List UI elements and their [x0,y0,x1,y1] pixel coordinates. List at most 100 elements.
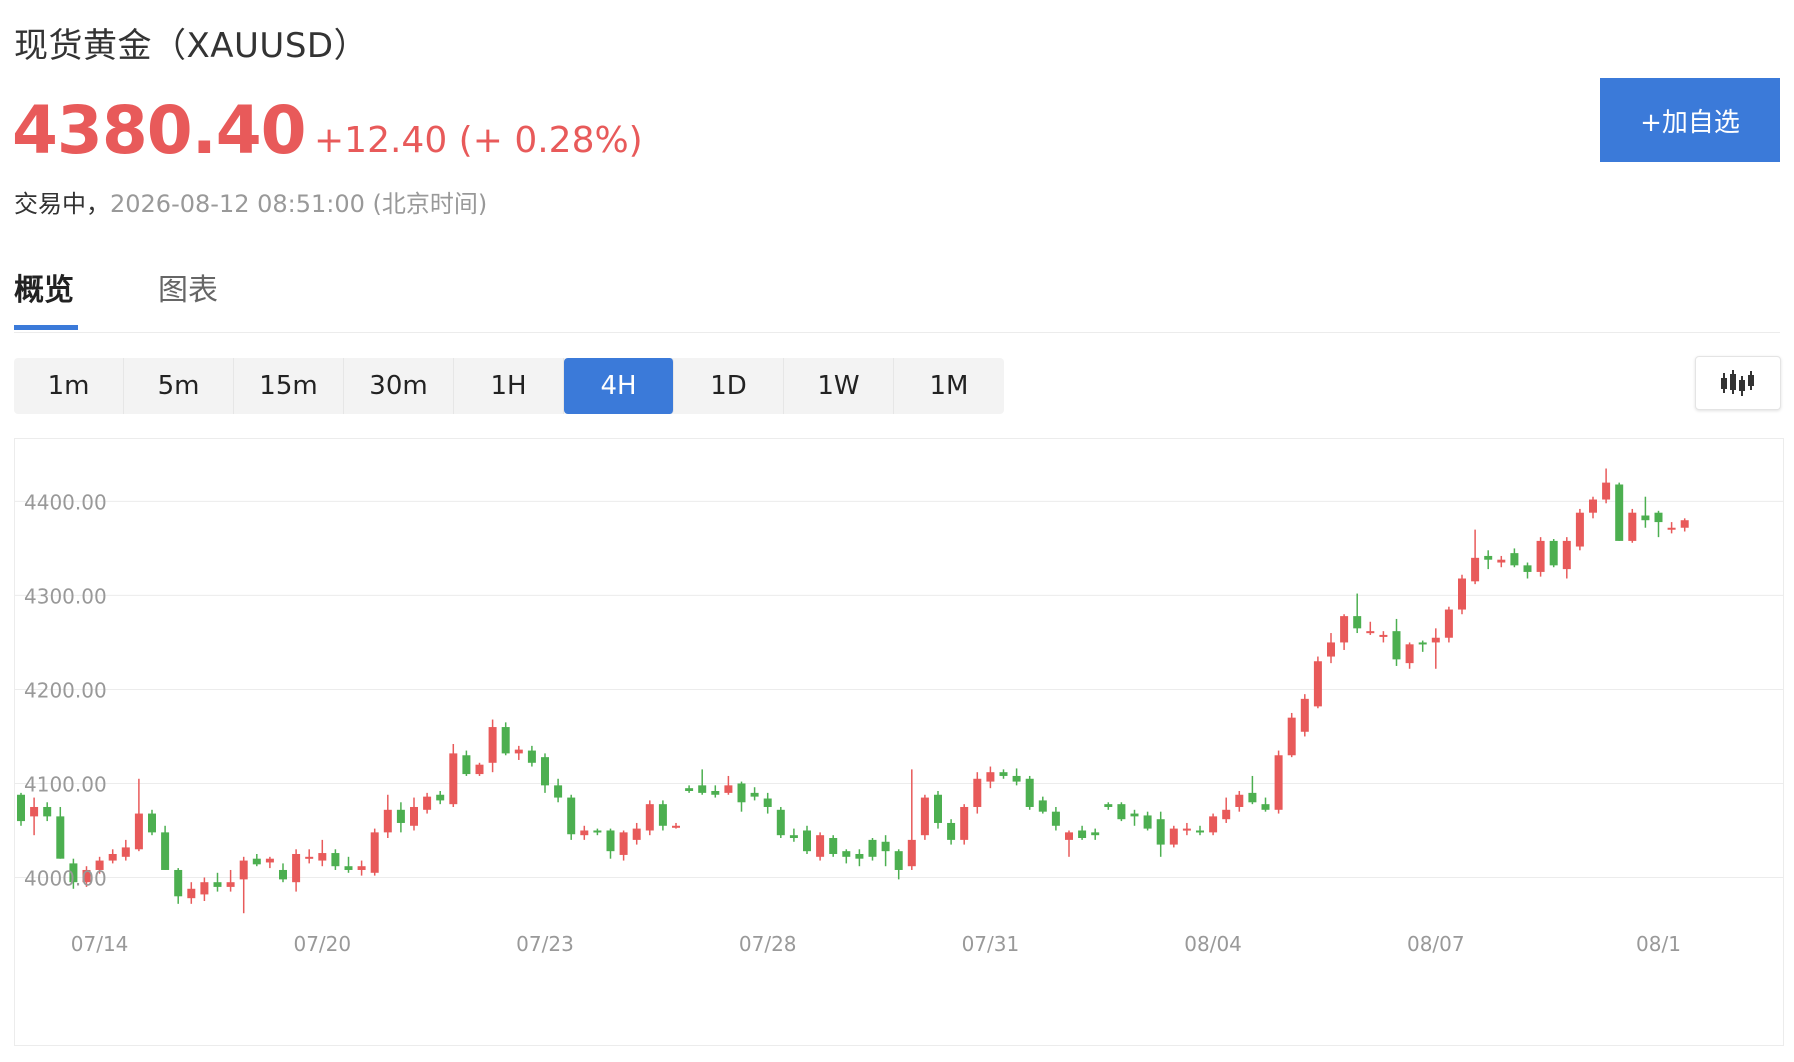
candle-body [43,806,52,817]
candle-body [672,825,680,828]
candle-body [1353,616,1362,629]
candle-body [816,835,825,857]
candle-body [1235,794,1244,807]
candle-body [1680,520,1689,528]
candle-body [370,832,379,873]
candle-body [1038,800,1047,812]
candle-body [1392,631,1401,660]
y-tick-label: 4300.00 [24,584,107,608]
candle-body [475,764,484,775]
candle-body [711,790,720,795]
y-tick-label: 4400.00 [24,490,107,514]
candle-body [1117,804,1126,820]
candle-body [868,839,877,857]
candle-body [1589,499,1597,513]
candle-body [698,785,707,793]
candle-body [1444,609,1453,638]
candle-body [763,798,772,807]
candle-body [1379,634,1388,637]
candle-body [331,853,340,867]
candle-body [501,727,510,754]
candle-body [344,866,353,870]
candle-body [973,778,982,807]
candle-body [1497,559,1506,563]
candle-body [567,797,576,835]
candle-body [1562,540,1571,570]
candle-body [776,809,785,836]
candle-body [750,792,759,797]
y-tick-label: 4000.00 [24,866,107,890]
period-4h[interactable]: 4H [564,358,674,414]
candle-body [1667,527,1676,530]
candle-body [318,853,327,861]
trading-status: 交易中， [14,190,110,218]
chart-type-button[interactable] [1695,356,1781,410]
period-30m[interactable]: 30m [344,358,454,414]
candle-body [1156,819,1165,845]
update-time: 2026-08-12 08:51:00 (北京时间) [110,190,488,218]
candle-body [279,869,287,880]
candle-body [920,797,929,836]
candle-body [619,832,628,855]
candle-body [17,794,25,822]
y-tick-label: 4200.00 [24,678,107,702]
candle-body [632,828,641,840]
x-tick-label: 08/04 [1184,932,1242,956]
candle-body [396,809,405,823]
candle-body [121,847,130,857]
period-1d[interactable]: 1D [674,358,784,414]
candle-body [1641,515,1650,521]
period-selector: 1m 5m 15m 30m 1H 4H 1D 1W 1M [14,358,1004,414]
period-15m[interactable]: 15m [234,358,344,414]
candle-body [200,882,209,895]
candle-body [645,804,654,831]
candle-body [174,869,183,897]
candle-body [1287,717,1296,756]
candle-body [1405,644,1414,664]
period-1w[interactable]: 1W [784,358,894,414]
period-1m[interactable]: 1m [14,358,124,414]
candlestick-chart: 4000.00 4100.00 4200.00 4300.00 4400.00 07/14… [15,468,1783,956]
period-1mo[interactable]: 1M [894,358,1004,414]
candle-body [1431,637,1440,643]
candle-body [108,853,117,861]
candle-body [449,753,458,805]
candle-body [737,783,746,803]
candle-body [1615,484,1624,541]
period-5m[interactable]: 5m [124,358,234,414]
candle-body [1418,642,1427,645]
candle-body [1169,828,1178,845]
candle-body [829,838,838,854]
candle-body [1091,832,1100,836]
candle-body [1458,578,1466,610]
candlestick-chart-area[interactable]: 4000.00 4100.00 4200.00 4300.00 4400.00 07/14… [14,438,1784,1046]
candle-body [56,816,65,859]
candle-body [1025,778,1034,807]
candle-body [1248,792,1257,803]
candle-body [252,858,261,865]
tab-bar: 概览 图表 [14,268,1780,333]
tab-overview[interactable]: 概览 [14,268,78,330]
tab-chart[interactable]: 图表 [158,268,218,330]
candle-body [1313,661,1322,707]
x-tick-label: 07/20 [293,932,351,956]
candle-body [881,841,890,852]
candle-body [30,806,39,817]
candle-body [148,813,156,833]
candle-body [239,860,248,880]
candle-body [357,866,366,870]
candle-body [1104,804,1113,807]
candle-body [1549,540,1558,566]
candle-body [1274,755,1283,810]
period-1h[interactable]: 1H [454,358,564,414]
add-watchlist-button[interactable]: +加自选 [1600,78,1780,162]
candle-body [855,853,864,859]
candle-body [1628,512,1637,541]
y-tick-label: 4100.00 [24,772,107,796]
candle-body [423,796,432,810]
candle-body [1300,698,1309,732]
candle-body [1654,512,1663,523]
candle-body [134,813,143,850]
candle-body [462,755,471,775]
candle-body [907,839,916,867]
